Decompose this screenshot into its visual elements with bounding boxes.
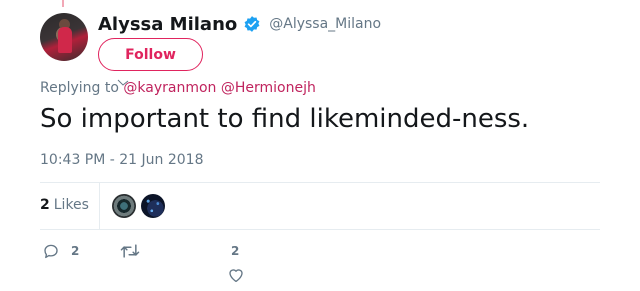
replying-to-line: Replying to @kayranmon @Hermionejh bbox=[40, 80, 316, 96]
decorative-tick bbox=[62, 0, 64, 7]
stats-vertical-divider bbox=[99, 183, 100, 229]
liker-avatar[interactable] bbox=[141, 194, 165, 218]
avatar-figure bbox=[58, 27, 72, 53]
replying-to-prefix: Replying to bbox=[40, 80, 119, 96]
verified-badge-icon bbox=[243, 15, 261, 33]
heart-icon bbox=[229, 269, 243, 283]
author-avatar[interactable] bbox=[40, 13, 88, 61]
mention-link-hermionejh[interactable]: @Hermionejh bbox=[221, 80, 316, 96]
reply-arrow-icon bbox=[117, 79, 129, 86]
divider-top bbox=[40, 182, 600, 183]
mention-link-kayranmon[interactable]: @kayranmon bbox=[123, 80, 216, 96]
tweet-text: So important to find likeminded-ness. bbox=[40, 104, 530, 134]
likes-count: 2 bbox=[40, 197, 50, 213]
author-header: Alyssa Milano @Alyssa_Milano bbox=[98, 12, 381, 36]
author-display-name[interactable]: Alyssa Milano bbox=[98, 14, 237, 35]
likes-stat[interactable]: 2 Likes bbox=[40, 197, 89, 213]
liker-avatar[interactable] bbox=[112, 194, 136, 218]
author-handle[interactable]: @Alyssa_Milano bbox=[269, 16, 381, 32]
reply-count: 2 bbox=[71, 244, 80, 258]
tweet-timestamp[interactable]: 10:43 PM - 21 Jun 2018 bbox=[40, 152, 204, 168]
divider-bottom bbox=[40, 229, 600, 230]
retweet-button[interactable] bbox=[120, 243, 140, 259]
reply-icon bbox=[44, 244, 58, 259]
like-button[interactable] bbox=[227, 266, 245, 284]
follow-button[interactable]: Follow bbox=[98, 38, 203, 71]
likes-label: Likes bbox=[53, 197, 89, 213]
retweet-icon bbox=[120, 244, 140, 258]
reply-button[interactable] bbox=[42, 242, 60, 260]
like-count: 2 bbox=[231, 244, 240, 258]
